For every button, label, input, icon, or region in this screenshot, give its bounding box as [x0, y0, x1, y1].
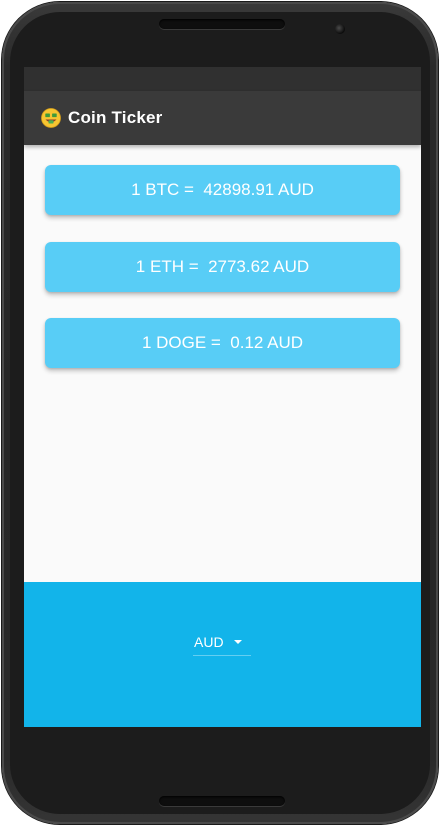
- rate-card-eth[interactable]: 1 ETH = 2773.62 AUD: [45, 242, 400, 292]
- top-speaker: [159, 19, 285, 29]
- bottom-speaker: [159, 796, 285, 806]
- money-mouth-face-icon: [41, 108, 61, 128]
- front-camera: [335, 24, 345, 34]
- chevron-down-icon: [233, 640, 242, 644]
- currency-panel: AUD: [24, 582, 421, 727]
- app-title: Coin Ticker: [68, 108, 163, 127]
- rate-card-btc[interactable]: 1 BTC = 42898.91 AUD: [45, 165, 400, 215]
- rate-card-doge[interactable]: 1 DOGE = 0.12 AUD: [45, 318, 400, 368]
- dropdown-underline: [193, 655, 251, 656]
- app-screen: Coin Ticker 1 BTC = 42898.91 AUD 1 ETH =…: [24, 67, 421, 727]
- status-bar: [24, 67, 421, 91]
- app-bar: Coin Ticker: [24, 91, 421, 145]
- currency-dropdown[interactable]: AUD: [193, 629, 253, 656]
- currency-selected-value: AUD: [194, 634, 224, 650]
